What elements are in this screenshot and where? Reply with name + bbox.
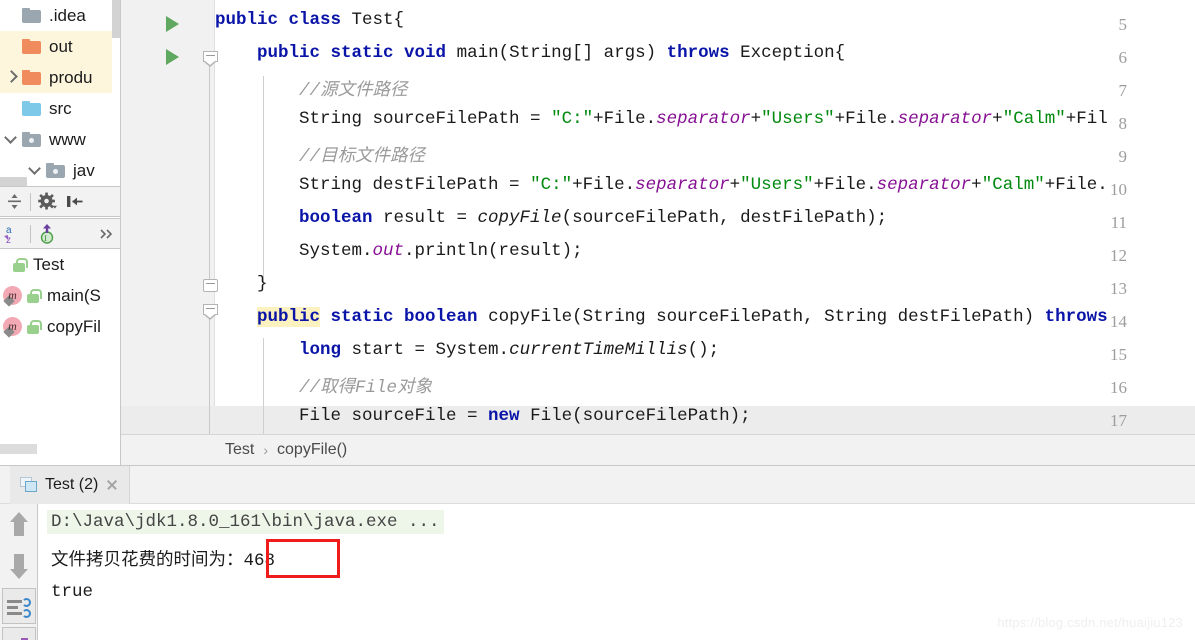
tree-item-label: www xyxy=(49,130,86,149)
overflow-chevrons-icon[interactable] xyxy=(93,218,120,249)
top-area: .idea out produ src www jav a z I Test m… xyxy=(0,0,1195,465)
folder-icon xyxy=(22,39,42,54)
code-line-13: } xyxy=(215,274,268,294)
editor-gutter[interactable] xyxy=(121,0,215,434)
breadcrumb-item-method[interactable]: copyFile() xyxy=(277,441,347,459)
code-line-5: public class Test{ xyxy=(215,10,405,30)
code-editor[interactable]: 5 6 7 8 9 10 11 12 13 14 15 16 17 public… xyxy=(121,0,1195,434)
tree-item-label: produ xyxy=(49,68,93,87)
tree-item-idea[interactable]: .idea xyxy=(0,0,120,31)
structure-item-main[interactable]: m main(S xyxy=(0,280,120,311)
tree-item-production[interactable]: produ xyxy=(0,62,120,93)
breadcrumb-item-class[interactable]: Test xyxy=(225,441,254,459)
breadcrumb[interactable]: Test › copyFile() xyxy=(121,434,1195,465)
code-line-6: public static void main(String[] args) t… xyxy=(257,43,846,63)
tree-item-label: src xyxy=(49,99,72,118)
ide-window: .idea out produ src www jav a z I Test m… xyxy=(0,0,1195,640)
run-tab-bar: Test (2) xyxy=(0,466,1195,504)
project-tree-panel[interactable]: .idea out produ src www jav xyxy=(0,0,120,186)
code-line-11: boolean result = copyFile(sourceFilePath… xyxy=(299,208,888,228)
expand-chevron-icon[interactable] xyxy=(0,71,22,84)
scroll-up-button[interactable] xyxy=(0,504,38,544)
run-class-gutter-icon[interactable] xyxy=(166,16,179,32)
fold-region-line xyxy=(209,52,210,285)
code-line-7: //源文件路径 xyxy=(215,81,408,101)
code-line-17: File sourceFile = new File(sourceFilePat… xyxy=(215,406,751,426)
package-icon xyxy=(22,132,42,147)
code-line-15: long start = System.currentTimeMillis(); xyxy=(299,340,720,360)
scrollbar-thumb[interactable] xyxy=(112,0,120,38)
toolbar-divider xyxy=(30,224,31,243)
structure-item-test[interactable]: Test xyxy=(0,249,120,280)
console-side-toolbar xyxy=(0,504,38,640)
soft-wrap-icon xyxy=(7,598,31,620)
project-tree-scrollbar[interactable] xyxy=(112,0,120,186)
folder-icon xyxy=(22,101,42,116)
code-text-area[interactable]: public class Test{ public static void ma… xyxy=(215,0,1195,434)
structure-item-label: main(S xyxy=(47,285,101,305)
class-icon xyxy=(11,257,28,273)
console-line-command: D:\Java\jdk1.8.0_161\bin\java.exe ... xyxy=(47,510,444,534)
method-icon: m xyxy=(3,316,23,338)
tree-item-src[interactable]: src xyxy=(0,93,120,124)
structure-toolbar-row1 xyxy=(0,186,120,217)
structure-panel[interactable]: Test m main(S m copyFil xyxy=(0,249,120,454)
code-line-8: String sourceFilePath = "C:"+File.separa… xyxy=(215,109,1108,129)
print-button[interactable] xyxy=(2,627,36,640)
console-line-result: 文件拷贝花费的时间为：468 xyxy=(51,551,276,571)
sort-alphabetically-icon[interactable]: a z xyxy=(0,218,28,249)
run-method-gutter-icon[interactable] xyxy=(166,49,179,65)
tree-item-label: out xyxy=(49,37,73,56)
watermark: https://blog.csdn.net/huaijiu123 xyxy=(997,615,1183,630)
collapse-all-icon[interactable] xyxy=(0,186,28,217)
soft-wrap-button[interactable] xyxy=(2,588,36,624)
highlight-annotation-box xyxy=(266,539,340,578)
down-arrow-icon xyxy=(10,553,28,579)
project-tree-hscrollbar[interactable] xyxy=(0,177,27,186)
method-icon: m xyxy=(3,285,23,307)
gear-icon[interactable] xyxy=(33,186,61,217)
structure-hscrollbar[interactable] xyxy=(0,444,37,454)
up-arrow-icon xyxy=(10,511,28,537)
svg-text:I: I xyxy=(44,234,47,243)
folder-icon xyxy=(22,8,42,23)
code-line-12: System.out.println(result); xyxy=(215,241,583,261)
expand-to-icon[interactable] xyxy=(61,186,89,217)
close-icon[interactable] xyxy=(105,478,119,492)
folder-icon xyxy=(22,70,42,85)
structure-item-label: Test xyxy=(33,254,65,274)
member-visibility-icon xyxy=(25,319,42,335)
fold-region-line xyxy=(209,313,210,434)
tree-item-label: jav xyxy=(73,161,95,180)
scroll-down-button[interactable] xyxy=(0,546,38,586)
structure-item-copyfile[interactable]: m copyFil xyxy=(0,311,120,342)
left-column: .idea out produ src www jav a z I Test m… xyxy=(0,0,121,465)
console-line-boolean: true xyxy=(51,582,94,602)
structure-item-label: copyFil xyxy=(47,316,101,336)
code-line-10: String destFilePath = "C:"+File.separato… xyxy=(215,175,1108,195)
run-tab-test[interactable]: Test (2) xyxy=(10,466,131,504)
run-window-icon xyxy=(20,477,38,493)
code-line-16: //取得File对象 xyxy=(215,378,433,398)
toolbar-divider xyxy=(30,192,31,211)
collapse-chevron-icon[interactable] xyxy=(24,164,46,177)
run-console-panel: Test (2) D:\Java\jdk1.8.0_161\bin\java.e… xyxy=(0,465,1195,640)
package-icon xyxy=(46,163,66,178)
code-line-14: public static boolean copyFile(String so… xyxy=(257,307,1108,327)
tree-item-out[interactable]: out xyxy=(0,31,120,62)
code-line-9: //目标文件路径 xyxy=(215,147,426,167)
show-inherited-icon[interactable]: I xyxy=(33,218,61,249)
tree-item-label: .idea xyxy=(49,6,86,25)
member-visibility-icon xyxy=(25,288,42,304)
structure-toolbar-row2: a z I xyxy=(0,218,120,249)
tree-item-www[interactable]: www xyxy=(0,124,120,155)
run-tab-label: Test (2) xyxy=(45,476,99,493)
breadcrumb-separator: › xyxy=(263,442,269,458)
collapse-chevron-icon[interactable] xyxy=(0,133,22,146)
